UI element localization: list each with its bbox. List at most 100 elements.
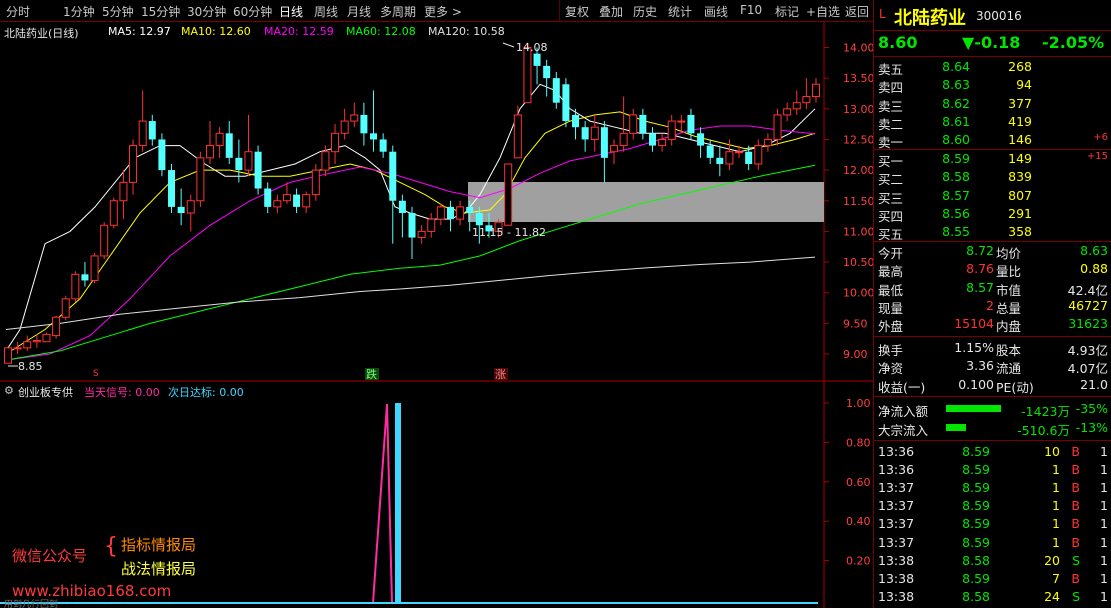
high-marker	[502, 42, 515, 48]
bid-label: 买二	[878, 172, 904, 188]
period-weekly[interactable]: 周线	[314, 3, 338, 20]
candle-body-down	[562, 84, 570, 122]
bid-label: 买三	[878, 190, 904, 206]
back-button[interactable]: 返回	[845, 3, 869, 20]
candle-body-up	[504, 163, 513, 226]
bid-row: 买一 8.59 149 +15	[874, 150, 1111, 169]
period-15min[interactable]: 15分钟	[141, 3, 180, 20]
zone-label: 11.15 - 11.82	[472, 226, 546, 239]
price-row: 8.60 ▼-0.18 -2.05%	[874, 32, 1111, 54]
ask-label: 卖四	[878, 80, 904, 96]
today-signal-label: 当天信号: 0.00	[84, 386, 160, 399]
period-60min[interactable]: 60分钟	[233, 3, 272, 20]
candle-body-down	[293, 194, 301, 207]
kline-chart[interactable]: 14.00 13.50 13.00 12.50 12.00 11.50 11.00 10.50…	[0, 22, 873, 608]
tick-price: 8.59	[962, 498, 990, 514]
ma-line-ma20	[5, 125, 816, 361]
period-multi[interactable]: 多周期	[380, 3, 416, 20]
tick-row: 13:37 8.59 1 B 1	[874, 515, 1111, 533]
tick-volume: 24	[1044, 588, 1060, 604]
bid-label: 买一	[878, 154, 904, 169]
candle-body-down	[745, 151, 753, 164]
candle-body-down	[254, 151, 262, 189]
add-watchlist-button[interactable]: +自选	[806, 3, 840, 20]
mark-button[interactable]: 标记	[775, 3, 799, 20]
divider	[874, 336, 1111, 337]
candle-body-up	[23, 341, 32, 349]
stat-row: 外盘 15104 内盘 31623	[874, 315, 1111, 335]
tick-side: B	[1071, 480, 1080, 496]
period-5min[interactable]: 5分钟	[102, 3, 134, 20]
candle-body-up	[61, 298, 70, 318]
bid-price: 8.58	[942, 169, 970, 185]
ask-label: 卖五	[878, 62, 904, 77]
toolbar-divider	[559, 0, 560, 22]
candle-body-up	[42, 333, 51, 343]
stat-label: 总量	[996, 300, 1022, 316]
period-more[interactable]: 更多 >	[424, 3, 462, 20]
settings-icon[interactable]: ⚙	[4, 384, 14, 397]
flow-amount: -1423万	[1021, 404, 1070, 419]
candle-body-down	[581, 127, 589, 140]
ask-price: 8.64	[942, 59, 970, 74]
indicator-tick-label: 0.40	[846, 515, 871, 528]
flow-label: 净流入额	[878, 404, 929, 419]
ma10-label: MA10: 12.60	[181, 25, 251, 38]
tick-count: 1	[1100, 480, 1108, 496]
stats-button[interactable]: 统计	[668, 3, 692, 20]
tick-row: 13:37 8.59 1 B 1	[874, 479, 1111, 497]
candle-body-down	[158, 139, 166, 171]
indicator-tick-label: 0.60	[846, 476, 871, 489]
candle-body-down	[398, 200, 406, 214]
tick-count: 1	[1100, 570, 1108, 586]
candle-body-down	[225, 133, 233, 158]
period-1min[interactable]: 1分钟	[63, 3, 95, 20]
candle-body-up	[436, 206, 445, 220]
period-daily[interactable]: 日线	[279, 3, 303, 20]
stat-label: 流通	[996, 361, 1022, 377]
tick-price: 8.59	[962, 534, 990, 550]
period-30min[interactable]: 30分钟	[187, 3, 226, 20]
tick-volume: 7	[1052, 570, 1060, 586]
candle-body-down	[408, 213, 416, 238]
indicator-tick-label: 0.80	[846, 436, 871, 449]
stat-label: 内盘	[996, 319, 1022, 335]
tick-row: 13:38 8.58 20 S 1	[874, 552, 1111, 570]
candle-body-up	[619, 132, 628, 147]
tick-time: 13:36	[878, 462, 915, 478]
candle-body-up	[725, 151, 734, 165]
candle-body-up	[754, 145, 763, 165]
tick-time: 13:37	[878, 480, 915, 496]
period-monthly[interactable]: 月线	[347, 3, 371, 20]
tick-volume: 1	[1052, 534, 1060, 550]
tick-side: B	[1071, 570, 1080, 586]
candle-body-up	[100, 224, 109, 257]
bid-price: 8.55	[942, 224, 970, 240]
bid-price: 8.59	[942, 151, 970, 166]
bid-volume: 839	[1008, 169, 1032, 185]
candle-body-up	[523, 47, 532, 104]
candle-body-up	[321, 151, 330, 171]
watermark-wechat: 微信公众号	[12, 547, 88, 565]
tick-volume: 20	[1044, 552, 1060, 568]
diejia-button[interactable]: 叠加	[599, 3, 623, 20]
bid-volume: 149	[1008, 151, 1032, 166]
stat-row: 换手 1.15% 股本 4.93亿	[874, 339, 1111, 358]
draw-button[interactable]: 画线	[704, 3, 728, 20]
ma5-label: MA5: 12.97	[108, 25, 171, 38]
candle-body-up	[282, 194, 291, 202]
f10-button[interactable]: F10	[740, 3, 762, 17]
history-button[interactable]: 历史	[633, 3, 657, 20]
fuquan-button[interactable]: 复权	[565, 3, 589, 20]
candle-body-up	[129, 145, 138, 183]
candle-body-down	[466, 206, 474, 214]
candle-body-down	[687, 114, 695, 134]
candle-body-down	[572, 114, 580, 128]
bid-row: 买四 8.56 291	[874, 205, 1111, 224]
period-fenshi[interactable]: 分时	[6, 3, 30, 20]
divider	[874, 56, 1111, 57]
ma20-label: MA20: 12.59	[264, 25, 334, 38]
candle-body-up	[350, 114, 359, 122]
stat-label: PE(动)	[996, 379, 1034, 395]
candle-body-up	[427, 218, 436, 232]
